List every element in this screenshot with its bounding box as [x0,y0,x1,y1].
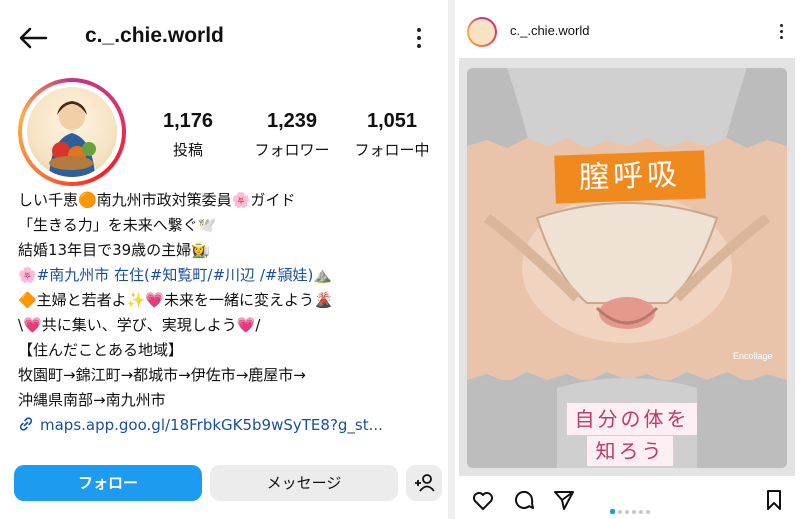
avatar-photo [27,87,117,177]
bio-link[interactable]: maps.app.goo.gl/18FrbkGK5b9wSyTE8?g_st..… [18,413,438,438]
carousel-dot [632,510,636,514]
post-header: c._.chie.world [455,12,800,52]
comment-icon[interactable] [512,488,536,512]
following-count: 1,051 [366,110,418,132]
bio-line-hashtags[interactable]: 🌸#南九州市 在住(#知覧町/#川辺 /#頴娃)⛰️ [18,263,438,288]
carousel-dot [639,510,643,514]
link-icon [19,417,33,431]
post-panel: c._.chie.world 膣呼吸 Encollage 自分の体を 知ろう [455,0,800,519]
bio-line: 【住んだことある地域】 [18,341,184,359]
bio-line: 結婚13年目で39歳の主婦👩‍🌾 [18,241,210,259]
carousel-dot [618,510,622,514]
posts-count: 1,176 [162,110,214,132]
post-actions [455,488,800,516]
avatar[interactable] [18,78,126,186]
more-options-icon[interactable] [412,26,426,50]
carousel-indicator [610,499,653,518]
carousel-dot [610,509,615,514]
back-arrow-icon[interactable] [18,26,48,50]
bio-line: \💗共に集い、学び、実現しよう💗/ [18,316,261,334]
post-brand: Encollage [733,351,773,361]
post-more-icon[interactable] [777,23,785,43]
stat-following[interactable]: 1,051 フォロー中 [344,110,440,160]
heart-icon[interactable] [471,488,495,512]
follow-button[interactable]: フォロー [14,465,202,501]
followers-label: フォロワー [254,141,330,159]
divider [448,0,455,519]
following-label: フォロー中 [354,141,430,159]
add-person-icon [415,474,435,492]
stat-followers[interactable]: 1,239 フォロワー [240,110,344,160]
profile-header: c._.chie.world [0,18,448,58]
bio-link-text[interactable]: maps.app.goo.gl/18FrbkGK5b9wSyTE8?g_st..… [40,416,383,434]
post-avatar[interactable] [467,17,497,47]
followers-count: 1,239 [266,110,318,132]
carousel-dot [646,510,650,514]
profile-bio: しい千恵🟠南九州市政対策委員🌸ガイド 「生きる力」を未来へ繋ぐ🕊️ 結婚13年目… [18,188,438,438]
bio-line: 「生きる力」を未来へ繋ぐ🕊️ [18,216,217,234]
bookmark-icon[interactable] [762,488,786,512]
suggest-people-button[interactable] [406,465,442,501]
post-subtitle-1: 自分の体を [567,403,697,435]
carousel-dot [625,510,629,514]
profile-panel: c._.chie.world 1,176 投稿 1,239 フォロワー 1,05… [0,0,448,519]
stat-posts[interactable]: 1,176 投稿 [152,110,224,160]
post-image[interactable]: 膣呼吸 Encollage 自分の体を 知ろう [467,68,787,468]
bio-line: しい千恵🟠南九州市政対策委員🌸ガイド [18,191,296,209]
post-image-frame: 膣呼吸 Encollage 自分の体を 知ろう [459,58,795,476]
message-button[interactable]: メッセージ [210,465,398,501]
posts-label: 投稿 [172,141,203,159]
bio-line: 沖縄県南部→南九州市 [18,391,166,409]
bio-line: 牧園町→錦江町→都城市→伊佐市→鹿屋市→ [18,366,306,384]
profile-username: c._.chie.world [85,24,224,47]
post-title: 膣呼吸 [554,150,706,204]
share-icon[interactable] [552,488,576,512]
post-username[interactable]: c._.chie.world [510,23,589,38]
post-subtitle-2: 知ろう [587,436,673,466]
bio-line: 🔶主婦と若者よ✨💗未来を一緒に変えよう🌋 [18,291,333,309]
